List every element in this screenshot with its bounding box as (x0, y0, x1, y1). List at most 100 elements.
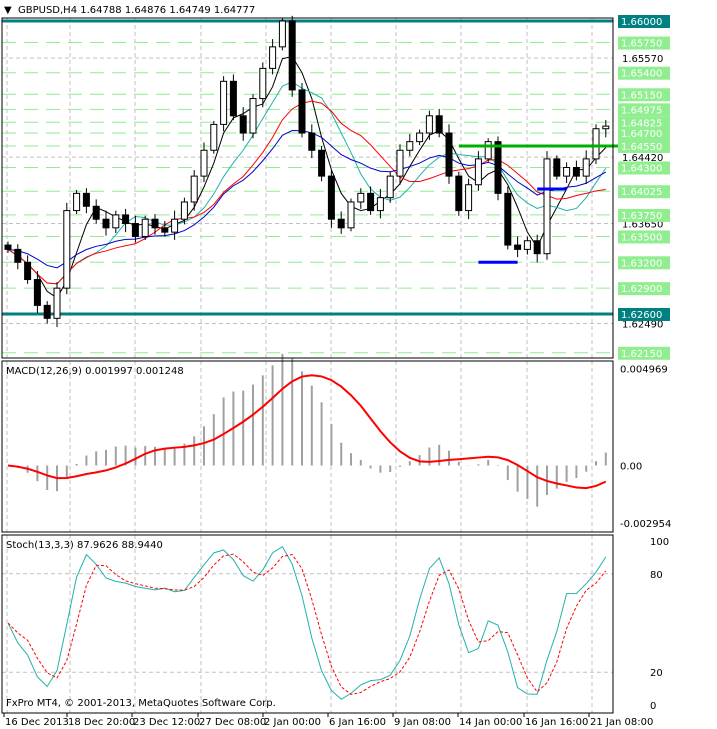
bull-candle (592, 128, 600, 160)
bear-candle (327, 175, 335, 220)
bull-candle (474, 158, 482, 186)
level-label: 1.65750 (621, 39, 662, 50)
bull-candle (416, 132, 424, 143)
bull-candle (200, 149, 208, 177)
bull-candle (357, 192, 365, 203)
bear-candle (337, 218, 345, 229)
chart-window[interactable]: 16 Dec 2013 18 Dec 20:00 23 Dec 12:00 27 De… (0, 0, 717, 729)
bear-candle (239, 115, 247, 134)
macd-tick-label: 0.00 (620, 462, 642, 473)
x-axis-label: 6 Jan 16:00 (329, 717, 386, 728)
bear-candle (131, 223, 139, 237)
bear-candle (229, 80, 237, 117)
bull-candle (112, 214, 120, 229)
chart-svg[interactable]: 16 Dec 2013 18 Dec 20:0023 Dec 12:0027 De… (0, 0, 717, 729)
level-label: 1.64300 (621, 164, 662, 175)
bear-candle (102, 218, 110, 229)
bear-candle (504, 192, 512, 246)
macd-pane-border (1, 360, 614, 533)
level-label: 1.62600 (621, 310, 662, 321)
bear-candle (298, 89, 306, 134)
bull-candle (563, 167, 571, 177)
x-axis-label: 27 Dec 08:00 (199, 717, 266, 728)
level-label: 1.64975 (621, 105, 662, 116)
bull-candle (523, 240, 531, 250)
bull-candle (269, 46, 277, 69)
level-label: 1.64025 (621, 187, 662, 198)
price-tick-label: 1.65570 (622, 54, 663, 65)
bull-candle (63, 210, 71, 289)
stoch-tick-label: 20 (650, 668, 663, 679)
bear-candle (445, 132, 453, 177)
bear-candle (367, 192, 375, 212)
bull-candle (220, 80, 228, 125)
bull-candle (249, 98, 257, 134)
bear-candle (435, 115, 443, 134)
bull-candle (386, 175, 394, 199)
bear-candle (92, 205, 100, 220)
level-label: 1.63500 (621, 232, 662, 243)
bull-candle (406, 141, 414, 151)
bull-candle (278, 20, 286, 48)
bull-candle (425, 115, 433, 134)
bear-candle (494, 141, 502, 194)
bull-candle (53, 287, 61, 319)
bear-candle (308, 132, 316, 151)
bear-candle (318, 149, 326, 177)
bull-candle (171, 218, 179, 233)
bull-candle (582, 158, 590, 177)
x-axis-label: 21 Jan 08:00 (590, 717, 653, 728)
level-label: 1.65400 (621, 69, 662, 80)
x-axis-label: 16 Dec 2013 (5, 717, 69, 728)
copyright: FxPro MT4, © 2001-2013, MetaQuotes Softw… (6, 698, 276, 709)
level-label: 1.62900 (621, 284, 662, 295)
bear-candle (24, 261, 32, 281)
bear-candle (572, 167, 580, 177)
main-pane-border (1, 17, 614, 359)
bull-candle (396, 149, 404, 177)
macd-signal-line (7, 374, 607, 490)
x-axis-label: 2 Jan 00:00 (264, 717, 321, 728)
level-label: 1.63750 (621, 211, 662, 222)
collapse-triangle-icon[interactable]: ▼ (4, 5, 12, 16)
stoch-signal-line (7, 553, 607, 695)
macd-tick-label: 0.004969 (620, 365, 668, 376)
x-axis-label: 14 Jan 00:00 (459, 717, 522, 728)
x-axis-label: 9 Jan 08:00 (394, 717, 451, 728)
stoch-tick-label: 100 (650, 537, 669, 548)
stoch-label: Stoch(13,3,3) 87.9626 88.9440 (6, 540, 163, 551)
x-axis-label: 23 Dec 12:00 (133, 717, 200, 728)
bear-candle (553, 158, 561, 177)
stoch-tick-label: 0 (650, 701, 656, 712)
macd-label: MACD(12,26,9) 0.001997 0.001248 (6, 366, 184, 377)
x-axis-label: 18 Dec 20:00 (68, 717, 135, 728)
bull-candle (73, 192, 81, 212)
macd-tick-label: -0.002954 (620, 519, 671, 530)
level-label: 1.64550 (621, 142, 662, 153)
bear-candle (514, 244, 522, 250)
bull-candle (602, 125, 610, 130)
bull-candle (376, 197, 384, 212)
bear-candle (455, 175, 463, 212)
stoch-tick-label: 80 (650, 570, 663, 581)
price-tick-label: 1.62490 (622, 319, 663, 330)
bear-candle (43, 304, 51, 319)
moving-average-line (7, 81, 607, 285)
bear-candle (33, 279, 41, 306)
bear-candle (4, 244, 12, 250)
bull-candle (259, 67, 267, 100)
level-label: 1.65150 (621, 90, 662, 101)
bull-candle (141, 218, 149, 237)
chart-header: GBPUSD,H4 1.64788 1.64876 1.64749 1.6477… (18, 5, 255, 16)
bull-candle (190, 175, 198, 203)
level-label: 1.62150 (621, 349, 662, 360)
x-axis-label: 16 Jan 16:00 (525, 717, 588, 728)
bull-candle (180, 201, 188, 220)
bull-candle (484, 141, 492, 160)
bull-candle (543, 158, 551, 255)
bull-candle (465, 184, 473, 212)
level-label: 1.66000 (621, 17, 662, 28)
bull-candle (210, 123, 218, 151)
bear-candle (151, 218, 159, 229)
level-label: 1.63200 (621, 258, 662, 269)
